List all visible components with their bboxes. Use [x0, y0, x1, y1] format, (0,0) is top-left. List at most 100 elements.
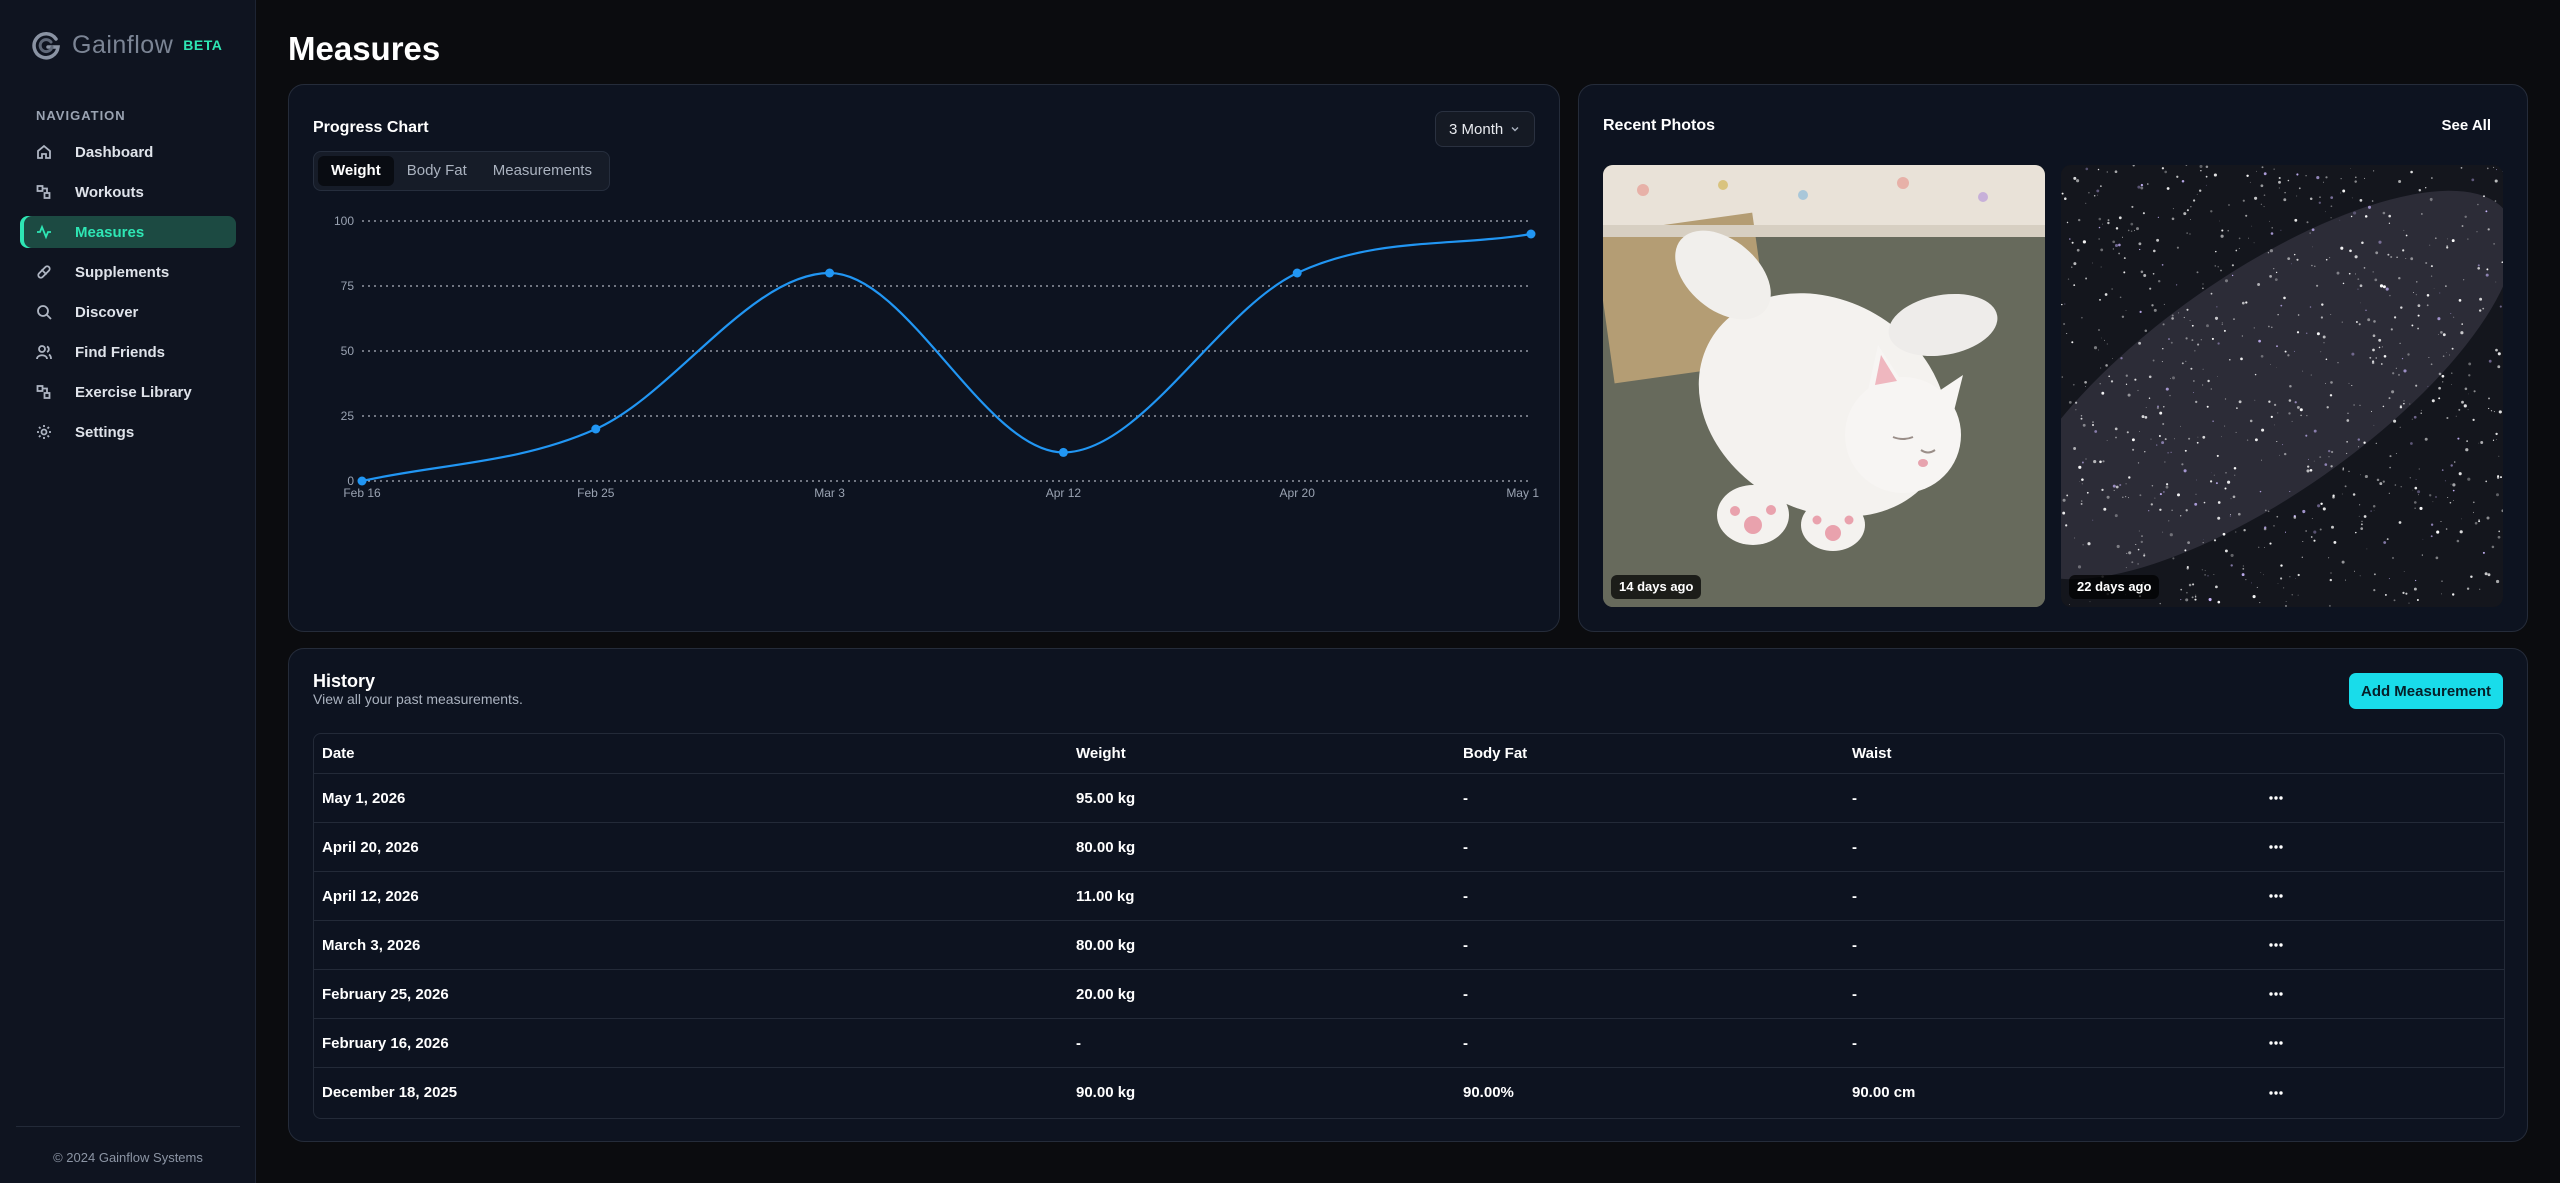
sidebar-item-find-friends[interactable]: Find Friends: [20, 336, 236, 368]
more-horizontal-icon[interactable]: [2264, 1019, 2288, 1067]
x-tick-label: Apr 20: [1280, 486, 1316, 500]
cell-waist: -: [1852, 1034, 1857, 1052]
activity-icon: [36, 224, 52, 240]
add-measurement-button[interactable]: Add Measurement: [2349, 673, 2503, 709]
table-row: December 18, 2025 90.00 kg 90.00% 90.00 …: [314, 1068, 2504, 1117]
cell-body-fat: -: [1463, 838, 1468, 856]
table-row: February 25, 2026 20.00 kg - -: [314, 970, 2504, 1019]
progress-chart-card: Progress Chart 3 Month Weight Body Fat M…: [288, 84, 1560, 632]
table-row: March 3, 2026 80.00 kg - -: [314, 921, 2504, 970]
cell-body-fat: -: [1463, 789, 1468, 807]
more-horizontal-icon[interactable]: [2264, 774, 2288, 822]
users-icon: [36, 344, 52, 360]
column-header-body-fat[interactable]: Body Fat: [1463, 734, 1527, 773]
workouts-icon: [36, 184, 52, 200]
history-subtitle: View all your past measurements.: [313, 691, 523, 707]
cell-body-fat: -: [1463, 1034, 1468, 1052]
history-table: Date Weight Body Fat Waist May 1, 2026 9…: [313, 733, 2505, 1119]
search-icon: [36, 304, 52, 320]
photo-thumbnail[interactable]: 14 days ago: [1603, 165, 2045, 607]
more-horizontal-icon[interactable]: [2264, 1068, 2288, 1117]
weight-series-line: [361, 232, 1532, 483]
sidebar-item-discover[interactable]: Discover: [20, 296, 236, 328]
cell-date: April 20, 2026: [322, 838, 419, 856]
cell-weight: 80.00 kg: [1076, 838, 1136, 856]
cell-weight: 11.00 kg: [1076, 887, 1135, 905]
more-horizontal-icon[interactable]: [2264, 970, 2288, 1018]
photo-thumbnail[interactable]: 22 days ago: [2061, 165, 2503, 607]
cell-date: February 16, 2026: [322, 1034, 449, 1052]
column-header-waist[interactable]: Waist: [1852, 734, 1891, 773]
column-header-date[interactable]: Date: [322, 734, 355, 773]
pill-icon: [36, 264, 52, 280]
data-point: [1292, 268, 1302, 278]
more-horizontal-icon[interactable]: [2264, 872, 2288, 920]
x-tick-label: Feb 25: [577, 486, 615, 500]
home-icon: [36, 144, 52, 160]
y-tick-label: 50: [341, 344, 355, 358]
sidebar-item-workouts[interactable]: Workouts: [20, 176, 236, 208]
more-horizontal-icon[interactable]: [2264, 823, 2288, 871]
cell-weight: 95.00 kg: [1076, 789, 1136, 807]
cell-waist: -: [1852, 936, 1857, 954]
gainflow-logo-icon: [32, 31, 60, 60]
see-all-link[interactable]: See All: [2442, 117, 2491, 134]
copyright: © 2024 Gainflow Systems: [53, 1150, 203, 1165]
table-row: May 1, 2026 95.00 kg - -: [314, 774, 2504, 823]
cell-body-fat: -: [1463, 936, 1468, 954]
y-tick-label: 75: [341, 279, 355, 293]
table-row: April 12, 2026 11.00 kg - -: [314, 872, 2504, 921]
history-title: History: [313, 671, 376, 691]
nav-heading: NAVIGATION: [36, 108, 126, 123]
x-tick-label: Apr 12: [1046, 486, 1082, 500]
table-row: April 20, 2026 80.00 kg - -: [314, 823, 2504, 872]
table-row: February 16, 2026 - - -: [314, 1019, 2504, 1068]
sidebar-item-label: Exercise Library: [75, 383, 192, 401]
y-tick-label: 100: [334, 214, 354, 228]
sidebar-item-label: Workouts: [75, 183, 144, 201]
data-point: [357, 476, 367, 486]
cell-weight: 20.00 kg: [1076, 985, 1136, 1003]
cell-weight: 90.00 kg: [1076, 1084, 1136, 1101]
column-header-weight[interactable]: Weight: [1076, 734, 1126, 773]
sidebar-item-measures[interactable]: Measures: [20, 216, 236, 248]
cell-body-fat: -: [1463, 887, 1468, 905]
sidebar-item-dashboard[interactable]: Dashboard: [20, 136, 236, 168]
data-point: [1526, 229, 1536, 239]
sidebar-item-supplements[interactable]: Supplements: [20, 256, 236, 288]
x-tick-label: Feb 16: [343, 486, 381, 500]
cell-date: December 18, 2025: [322, 1084, 458, 1101]
data-point: [591, 424, 601, 434]
cell-date: February 25, 2026: [322, 985, 449, 1003]
sidebar-item-settings[interactable]: Settings: [20, 416, 236, 448]
cell-weight: -: [1076, 1034, 1081, 1052]
cell-date: May 1, 2026: [322, 789, 406, 807]
cell-waist: -: [1852, 838, 1857, 856]
x-tick-label: Mar 3: [814, 486, 845, 500]
sidebar-item-label: Supplements: [75, 263, 170, 281]
recent-photos-card: Recent Photos See All 14 days ago 22 day…: [1578, 84, 2528, 632]
beta-badge: BETA: [183, 37, 223, 53]
library-icon: [36, 384, 52, 400]
cell-waist: -: [1852, 789, 1857, 807]
cell-waist: -: [1852, 887, 1857, 905]
cell-weight: 80.00 kg: [1076, 936, 1136, 954]
recent-photos-title: Recent Photos: [1603, 117, 1716, 134]
data-point: [1058, 447, 1068, 457]
cell-waist: 90.00 cm: [1852, 1084, 1916, 1101]
sidebar-item-exercise-library[interactable]: Exercise Library: [20, 376, 236, 408]
sidebar-item-label: Dashboard: [75, 143, 154, 161]
history-card: History View all your past measurements.…: [288, 648, 2528, 1142]
page-title: Measures: [288, 30, 441, 67]
sidebar-item-label: Discover: [75, 303, 139, 321]
data-point: [825, 268, 835, 278]
photo-age-badge: 22 days ago: [2069, 575, 2160, 599]
more-horizontal-icon[interactable]: [2264, 921, 2288, 969]
brand[interactable]: Gainflow BETA: [30, 28, 222, 62]
starfield-photo: [2061, 165, 2503, 607]
cell-waist: -: [1852, 985, 1857, 1003]
photo-age-badge: 14 days ago: [1611, 575, 1702, 599]
gear-icon: [36, 424, 52, 440]
cell-date: April 12, 2026: [322, 887, 419, 905]
white-cat-photo: [1603, 165, 2045, 607]
